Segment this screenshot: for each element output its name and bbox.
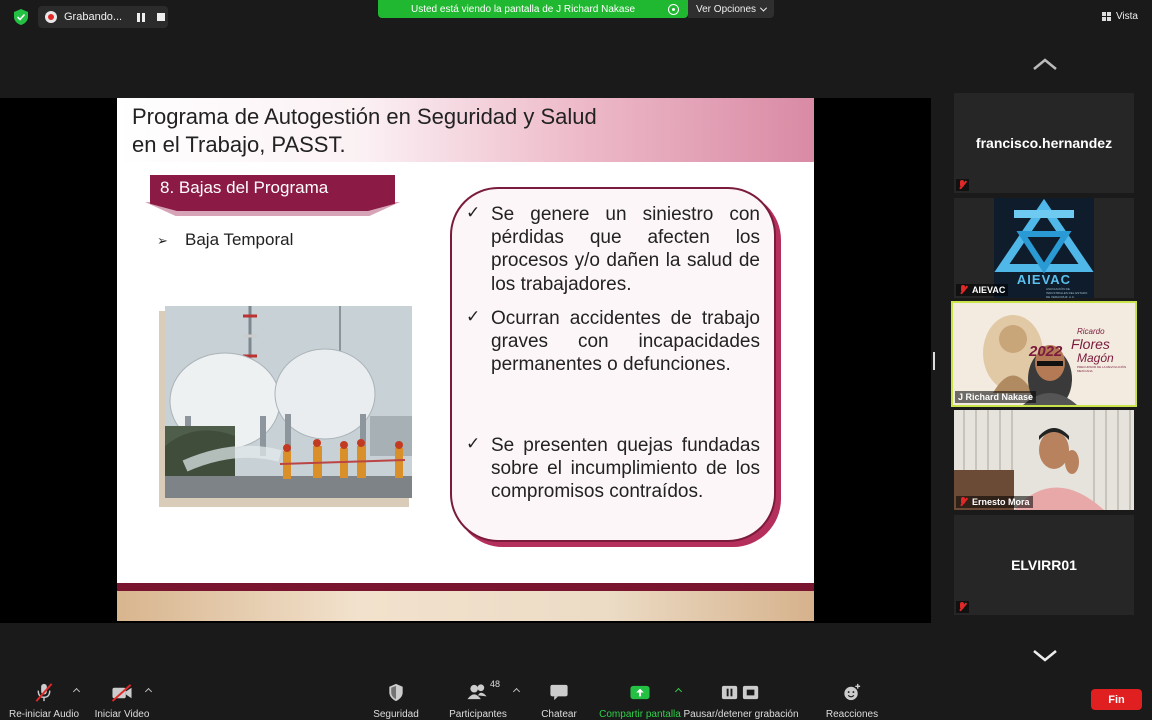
muted-mic-icon [958,180,967,190]
record-controls-button[interactable]: Pausar/detener grabación [683,675,799,720]
aievac-logo: AIEVAC ASOCIACIÓN DE INDUSTRIALES DEL ES… [994,198,1094,298]
firefighters-photo [165,306,412,498]
participant-display-name: ELVIRR01 [1011,557,1077,573]
condition-item: ✓ Se presenten quejas fundadas sobre el … [466,434,760,504]
participants-label: Participantes [449,709,507,720]
chevron-down-icon [760,4,768,12]
checkmark-icon: ✓ [466,203,481,222]
muted-microphone-icon [35,683,53,702]
end-meeting-button[interactable]: Fin [1091,689,1142,710]
security-shield-icon [389,683,403,702]
pause-stop-recording-icon [721,685,759,700]
stop-recording-icon[interactable] [157,13,166,21]
gallery-scroll-up-icon[interactable] [1032,56,1058,72]
view-options-label: Ver Opciones [696,3,757,15]
participant-label: J Richard Nakase [955,391,1037,403]
participants-button[interactable]: 48 Participantes [444,675,512,720]
section-title: 8. Bajas del Programa [160,178,329,197]
checkmark-icon: ✓ [466,434,481,453]
banner-year: 2022 [1029,343,1063,360]
banner-subtitle: PRECURSOR DE LA REVOLUCIÓN MEXICANA [1077,365,1127,373]
participant-label: Ernesto Mora [956,496,1033,508]
record-controls-label: Pausar/detener grabación [683,709,799,720]
reactions-label: Reacciones [825,709,879,720]
participants-caret-icon[interactable] [512,687,521,696]
banner-name1: Ricardo [1077,327,1105,336]
panel-resize-handle[interactable] [933,352,935,370]
share-info-icon[interactable] [668,3,680,15]
banner-name2: Flores [1071,336,1110,352]
shared-screen-area: Programa de Autogestión en Seguridad y S… [0,98,931,623]
security-button[interactable]: Seguridad [366,675,426,720]
video-label: Iniciar Video [94,709,150,720]
condition-text: Ocurran accidentes de trabajo graves con… [491,308,760,376]
reactions-smiley-icon [844,683,861,701]
participant-name: J Richard Nakase [958,392,1034,402]
slide-title: Programa de Autogestión en Seguridad y S… [132,103,597,159]
security-label: Seguridad [373,709,419,720]
chat-label: Chatear [541,709,577,720]
video-off-icon [111,684,132,702]
pause-recording-icon[interactable] [137,12,146,22]
condition-text: Se genere un siniestro con pérdidas que … [491,204,760,295]
ernesto-video [954,410,1134,510]
slide-title-line2: en el Trabajo, PASST. [132,132,346,157]
recording-dot-icon [45,11,57,23]
chat-button[interactable]: Chatear [536,675,582,720]
slide-footer-pattern [117,591,814,621]
muted-mic-icon [959,285,968,295]
presentation-slide: Programa de Autogestión en Seguridad y S… [117,98,814,621]
participant-tile-aievac[interactable]: AIEVAC ASOCIACIÓN DE INDUSTRIALES DEL ES… [954,198,1134,298]
muted-mic-icon [958,602,967,612]
top-bar: Grabando... Usted está viendo la pantall… [0,0,1152,34]
participant-count: 48 [490,679,501,689]
muted-mic-icon [959,497,968,507]
view-label: Vista [1115,11,1138,22]
conditions-callout: ✓ Se genere un siniestro con pérdidas qu… [450,187,776,542]
participant-label [956,179,969,191]
participant-name: Ernesto Mora [972,497,1030,507]
security-shield-icon[interactable] [14,9,28,25]
participant-tile-elvirr01[interactable]: ELVIRR01 [954,515,1134,615]
recording-indicator: Grabando... [38,6,168,28]
audio-button[interactable]: Re-iniciar Audio [8,675,80,720]
audio-label: Re-iniciar Audio [8,709,80,720]
view-options-button[interactable]: Ver Opciones [688,0,774,18]
grid-view-icon [1101,12,1111,21]
zoom-meeting-window: Grabando... Usted está viendo la pantall… [0,0,1152,720]
refinery-illustration [165,306,412,498]
condition-text: Se presenten quejas fundadas sobre el in… [491,435,760,503]
slide-title-line1: Programa de Autogestión en Seguridad y S… [132,104,597,129]
participant-name: AIEVAC [972,285,1006,295]
meeting-toolbar: Re-iniciar Audio Iniciar Video Seguridad [0,675,1152,720]
checkmark-icon: ✓ [466,307,481,326]
slide-footer-line [117,583,814,591]
share-screen-label: Compartir pantalla [599,709,681,720]
participant-tile-richard[interactable]: 2022 Ricardo Flores Magón PRECURSOR DE L… [951,301,1137,407]
screen-share-banner: Usted está viendo la pantalla de J Richa… [378,0,688,18]
aievac-logo-text: AIEVAC [1016,272,1072,287]
chat-bubble-icon [550,684,568,701]
participants-icon [467,684,487,700]
view-button[interactable]: Vista [1101,11,1138,22]
recording-label: Grabando... [64,11,123,23]
participant-tile-ernesto[interactable]: Ernesto Mora [954,410,1134,510]
arrow-bullet-icon: ➢ [157,233,168,248]
participant-label: AIEVAC [956,284,1009,296]
condition-item: ✓ Ocurran accidentes de trabajo graves c… [466,307,760,377]
aievac-logo-subtext: ASOCIACIÓN DE INDUSTRIALES DEL ESTADO DE… [1046,287,1088,298]
share-banner-text: Usted está viendo la pantalla de J Richa… [411,3,636,15]
participant-display-name: francisco.hernandez [975,135,1113,151]
banner-name3: Magón [1077,351,1114,365]
share-screen-icon [630,685,650,700]
participant-label [956,601,969,613]
share-screen-button[interactable]: Compartir pantalla [596,675,684,720]
reactions-button[interactable]: Reacciones [822,675,882,720]
gallery-scroll-down-icon[interactable] [1032,648,1058,664]
condition-item: ✓ Se genere un siniestro con pérdidas qu… [466,203,760,296]
video-button[interactable]: Iniciar Video [90,675,154,720]
bullet-text: Baja Temporal [185,230,294,249]
participant-tile-francisco[interactable]: francisco.hernandez [954,93,1134,193]
